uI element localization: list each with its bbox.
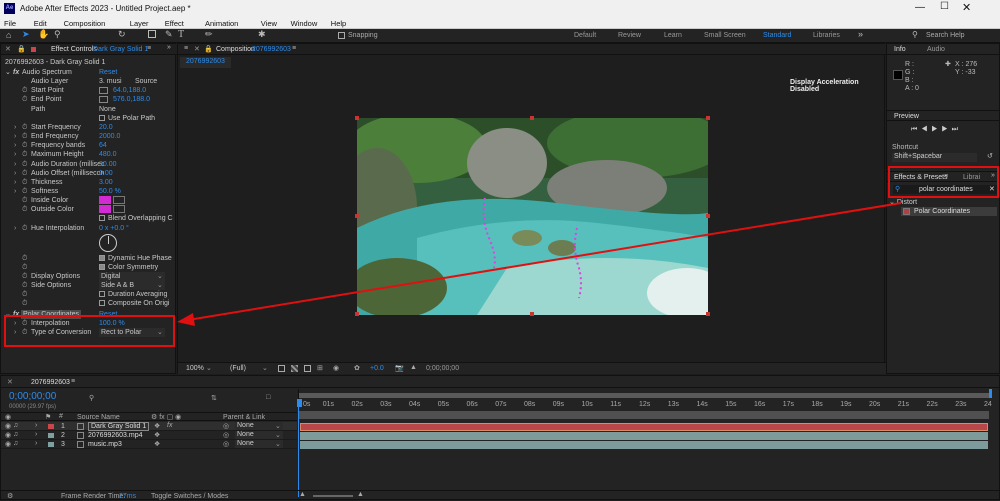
highlight-arrow bbox=[177, 202, 902, 326]
